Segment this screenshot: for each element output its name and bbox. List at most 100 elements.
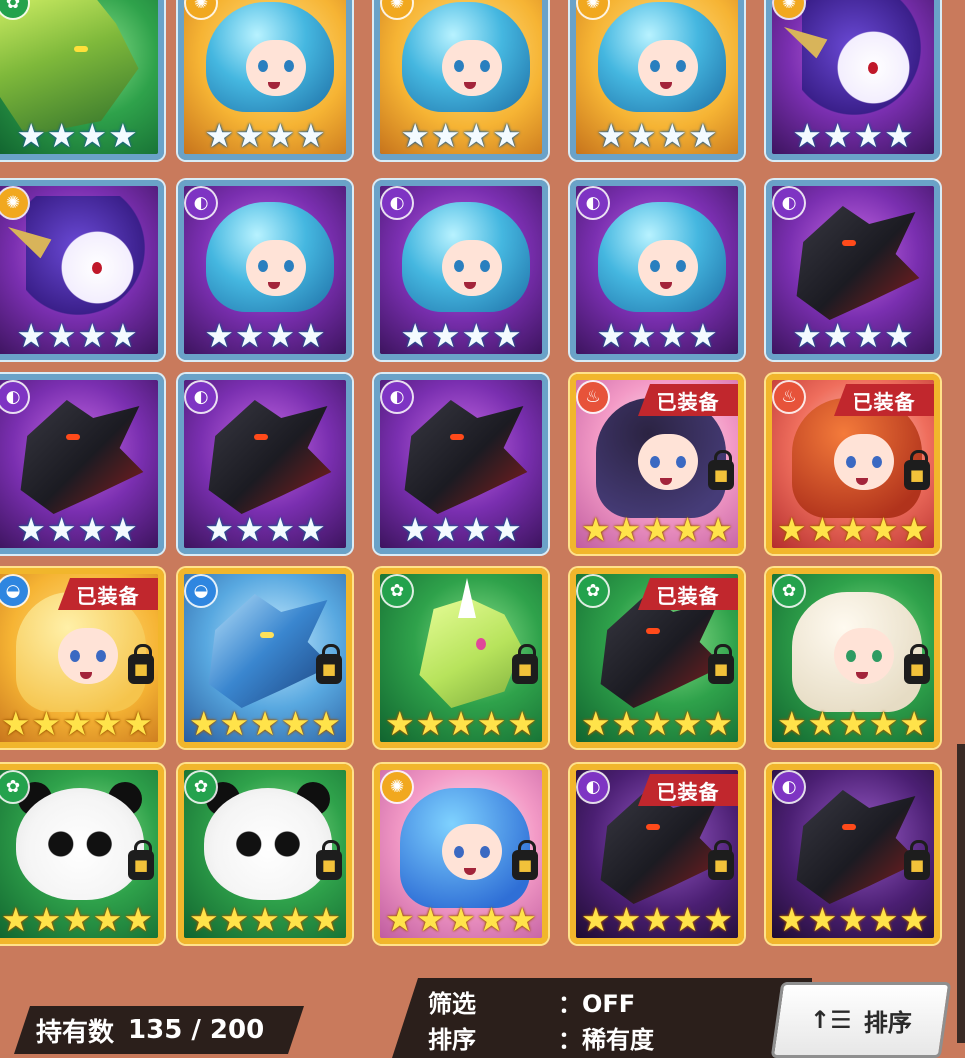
star-icon: ★ — [899, 703, 929, 743]
star-icon: ★ — [280, 703, 311, 743]
lock-icon: ■ — [512, 840, 538, 880]
filter-sort-status[interactable]: 筛选 ：OFF 排序 ：稀有度 — [392, 978, 812, 1058]
equipped-badge: 已装备 — [638, 578, 738, 610]
star-icon: ★ — [311, 899, 341, 939]
unit-card[interactable]: ◐ ★ ★ ★ ★ — [178, 180, 352, 360]
character-eye — [96, 650, 106, 662]
character-eye — [454, 60, 464, 72]
dragon-eye — [842, 240, 856, 246]
unit-card[interactable]: ◐ ★ ★ ★ ★ — [0, 374, 164, 554]
character-eye — [846, 650, 856, 662]
rarity-stars: ★ ★ ★ ★ — [576, 116, 738, 154]
star-icon: ★ — [492, 509, 522, 549]
star-icon: ★ — [461, 315, 492, 355]
star-icon: ★ — [265, 509, 296, 549]
star-icon: ★ — [62, 703, 92, 743]
sort-value: ：稀有度 — [558, 1026, 654, 1054]
rarity-stars: ★ ★ ★ ★ — [380, 116, 542, 154]
star-icon: ★ — [446, 899, 476, 939]
dragon-eye — [254, 434, 268, 440]
character-eye — [676, 456, 686, 468]
character-eye — [70, 650, 80, 662]
star-icon: ★ — [415, 703, 446, 743]
dragon-body — [796, 206, 920, 320]
sort-button[interactable]: ↑☰ 排序 — [770, 982, 952, 1058]
lock-icon: ■ — [316, 644, 342, 684]
rarity-stars: ★ ★ ★ ★ — [380, 510, 542, 548]
unit-card[interactable]: ◐ ★ ★ ★ ★ — [570, 180, 744, 360]
star-icon: ★ — [430, 315, 461, 355]
star-icon: ★ — [838, 899, 868, 939]
unit-card[interactable]: ◐ ■ ★ ★ ★ ★ ★ — [766, 764, 940, 944]
star-icon: ★ — [611, 899, 642, 939]
count-separator: / — [191, 1015, 201, 1045]
count-value: 135 / 200 — [128, 1015, 264, 1045]
character-eye — [480, 60, 490, 72]
character-eye — [872, 650, 882, 662]
unit-card[interactable]: ◒ 已装备 ■ ★ ★ ★ ★ ★ — [0, 568, 164, 748]
rarity-stars: ★ ★ ★ ★ ★ — [380, 900, 542, 938]
unit-card[interactable]: ✺ ★ ★ ★ ★ — [374, 0, 548, 160]
character-eye — [454, 260, 464, 272]
star-icon: ★ — [884, 315, 914, 355]
unit-card[interactable]: ✿ 已装备 ■ ★ ★ ★ ★ ★ — [570, 568, 744, 748]
unit-grid: ✿ ★ ★ ★ ★ ✺ ★ ★ ★ ★ ✺ ★ ★ ★ ★ ✺ ★ ★ ★ ★ ✺ ★ ★ ★ ★ ✺ ★ ★ ★ ★ ◐ ★ ★ ★ ★ ◐ ★ ★ ★ ★… — [0, 0, 965, 960]
dragon-eye — [450, 434, 464, 440]
unit-card[interactable]: ✺ ★ ★ ★ ★ — [766, 0, 940, 160]
unicorn-body — [802, 0, 932, 126]
star-icon: ★ — [703, 899, 733, 939]
scrollbar-track[interactable] — [957, 744, 965, 1043]
star-icon: ★ — [385, 703, 415, 743]
unit-card[interactable]: ✺ ★ ★ ★ ★ — [0, 180, 164, 360]
unit-card[interactable]: ♨ 已装备 ■ ★ ★ ★ ★ ★ — [570, 374, 744, 554]
lock-icon: ■ — [904, 840, 930, 880]
unit-card[interactable]: ✺ ★ ★ ★ ★ — [178, 0, 352, 160]
star-icon: ★ — [234, 315, 265, 355]
unit-card[interactable]: ◐ ★ ★ ★ ★ — [374, 180, 548, 360]
unit-card[interactable]: ♨ 已装备 ■ ★ ★ ★ ★ ★ — [766, 374, 940, 554]
unit-card[interactable]: ✺ ★ ★ ★ ★ — [570, 0, 744, 160]
star-icon: ★ — [250, 703, 280, 743]
dragon-eye — [260, 632, 274, 638]
rarity-stars: ★ ★ ★ ★ ★ — [184, 704, 346, 742]
unit-card[interactable]: ◒ ■ ★ ★ ★ ★ ★ — [178, 568, 352, 748]
unit-card[interactable]: ✿ ■ ★ ★ ★ ★ ★ — [374, 568, 548, 748]
character-eye — [676, 60, 686, 72]
rarity-stars: ★ ★ ★ ★ ★ — [380, 704, 542, 742]
star-icon: ★ — [16, 115, 46, 155]
star-icon: ★ — [642, 899, 672, 939]
star-icon: ★ — [792, 115, 822, 155]
rarity-stars: ★ ★ ★ ★ ★ — [0, 900, 158, 938]
unicorn-eye — [92, 262, 102, 274]
star-icon: ★ — [672, 703, 703, 743]
unit-card[interactable]: ✿ ■ ★ ★ ★ ★ ★ — [0, 764, 164, 944]
unit-card[interactable]: ✺ ■ ★ ★ ★ ★ ★ — [374, 764, 548, 944]
unit-card[interactable]: ✿ ■ ★ ★ ★ ★ ★ — [178, 764, 352, 944]
star-icon: ★ — [703, 703, 733, 743]
star-icon: ★ — [62, 899, 92, 939]
star-icon: ★ — [642, 703, 672, 743]
water-element-icon: ◒ — [186, 576, 216, 606]
unit-card[interactable]: ◐ ★ ★ ★ ★ — [178, 374, 352, 554]
star-icon: ★ — [777, 509, 807, 549]
unit-card[interactable]: ✿ ★ ★ ★ ★ — [0, 0, 164, 160]
unit-card[interactable]: ◐ 已装备 ■ ★ ★ ★ ★ ★ — [570, 764, 744, 944]
star-icon: ★ — [16, 315, 46, 355]
dragon-body — [208, 594, 332, 708]
unit-card[interactable]: ✿ ■ ★ ★ ★ ★ ★ — [766, 568, 940, 748]
star-icon: ★ — [868, 703, 899, 743]
star-icon: ★ — [492, 115, 522, 155]
character-eye — [650, 456, 660, 468]
star-icon: ★ — [822, 115, 853, 155]
filter-row: 筛选 ：OFF — [428, 984, 635, 1019]
unit-card[interactable]: ◐ ★ ★ ★ ★ — [766, 180, 940, 360]
unit-card[interactable]: ◐ ★ ★ ★ ★ — [374, 374, 548, 554]
lock-icon: ■ — [316, 840, 342, 880]
rarity-stars: ★ ★ ★ ★ — [772, 316, 934, 354]
star-icon: ★ — [77, 509, 108, 549]
star-icon: ★ — [507, 703, 537, 743]
star-icon: ★ — [77, 315, 108, 355]
wood-element-icon: ✿ — [774, 576, 804, 606]
star-icon: ★ — [234, 509, 265, 549]
star-icon: ★ — [219, 703, 250, 743]
